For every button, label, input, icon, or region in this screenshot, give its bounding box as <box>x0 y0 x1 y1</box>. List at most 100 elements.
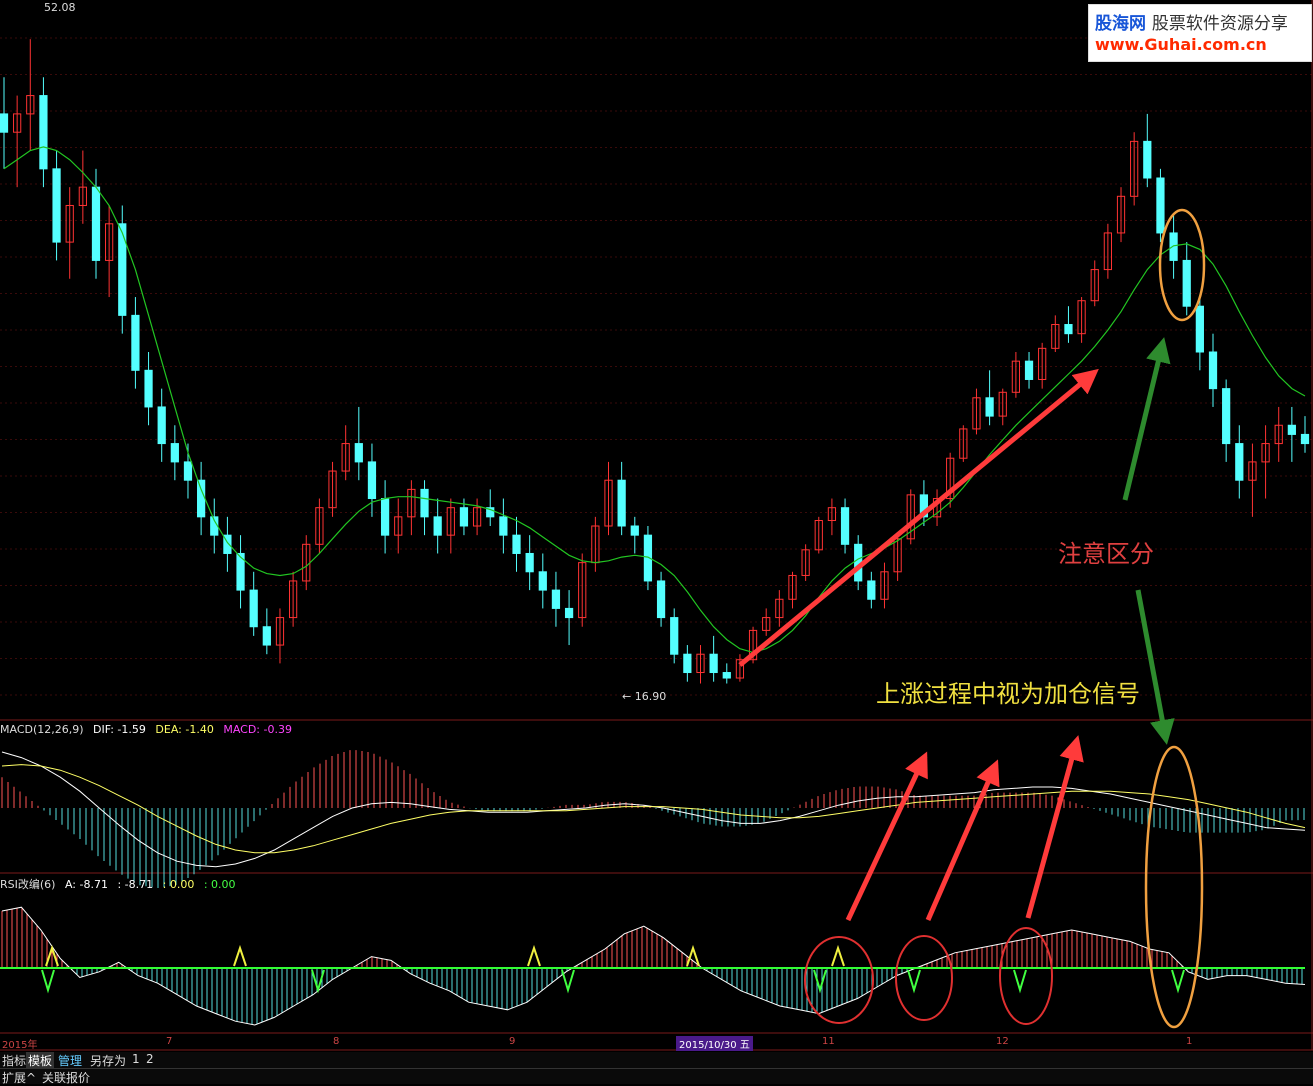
tab-page-1[interactable]: 1 <box>130 1052 142 1066</box>
candle-down <box>683 653 692 674</box>
rsi-b: : -8.71 <box>117 878 154 891</box>
x-label-11: 11 <box>822 1036 835 1047</box>
rsi-sell-marker <box>1171 969 1185 994</box>
rsi-buy-marker <box>831 944 845 967</box>
candle-down <box>525 552 534 573</box>
candle-down <box>91 186 101 261</box>
tab-indicator[interactable]: 指标 <box>0 1052 28 1069</box>
candle-down <box>1024 360 1034 380</box>
rsi-c: : 0.00 <box>162 878 195 891</box>
signal-arrow-3 <box>1025 735 1084 919</box>
top-highlight-circle <box>1158 208 1206 322</box>
tab-extend[interactable]: 扩展^ <box>0 1069 38 1086</box>
candle-down <box>367 461 377 500</box>
tab-template[interactable]: 模板 <box>26 1052 55 1069</box>
logo-brand: 股海网 <box>1095 14 1146 34</box>
candle-down <box>183 461 193 481</box>
rsi-sell-marker <box>561 969 575 994</box>
candle-down <box>840 507 850 545</box>
candle-down <box>131 314 140 371</box>
candle-down <box>512 534 521 554</box>
rsi-sell-marker <box>41 969 55 994</box>
rsi-a: A: -8.71 <box>64 878 108 891</box>
candle-down <box>564 607 574 619</box>
x-label-8: 8 <box>333 1036 340 1047</box>
candle-down <box>1300 433 1310 445</box>
macd-header: MACD(12,26,9) DIF: -1.59 DEA: -1.40 MACD… <box>0 723 298 736</box>
logo-text: 股海网 股票软件资源分享 <box>1095 9 1288 34</box>
candle-down <box>1156 177 1165 234</box>
x-label-7: 7 <box>166 1036 173 1047</box>
candle-down <box>157 406 166 445</box>
tab-save-as[interactable]: 另存为 <box>88 1052 128 1069</box>
candle-down <box>1195 305 1204 353</box>
rsi-buy-marker <box>527 944 541 967</box>
green-arrow-up <box>1122 337 1171 501</box>
candle-down <box>1208 351 1218 390</box>
trend-arrow <box>738 368 1099 667</box>
candle-down <box>985 397 994 417</box>
x-label-12: 12 <box>996 1036 1009 1047</box>
macd-dif: DIF: -1.59 <box>93 723 146 736</box>
green-arrow-down <box>1135 589 1175 745</box>
candle-down <box>499 516 508 536</box>
candle-down <box>1235 443 1244 481</box>
candle-down <box>52 168 61 243</box>
candle-down <box>170 443 179 463</box>
candle-down <box>433 516 442 536</box>
x-label-1: 1 <box>1186 1036 1193 1047</box>
rsi-panel[interactable] <box>0 906 1306 1026</box>
low-price-value: 16.90 <box>634 690 667 703</box>
tab-page-2[interactable]: 2 <box>144 1052 156 1066</box>
tab-related-quotes[interactable]: 关联报价 <box>40 1069 92 1086</box>
rsi-header: RSI改编(6) A: -8.71 : -8.71 : 0.00 : 0.00 <box>0 876 242 892</box>
signal-arrow-2 <box>925 759 1000 921</box>
rsi-d: : 0.00 <box>203 878 236 891</box>
note-distinguish: 注意区分 <box>1058 540 1154 568</box>
candle-down <box>144 369 153 408</box>
high-price-label: 52.08 <box>44 1 76 14</box>
candle-down <box>420 488 429 518</box>
x-label-cursor-date: 2015/10/30 五 <box>676 1036 753 1051</box>
candle-down <box>670 617 679 655</box>
candle-down <box>630 525 639 536</box>
candle-down <box>722 672 731 679</box>
candle-down <box>867 580 876 600</box>
indicator-toolbar: 指标 模板 管理 另存为 1 2 <box>0 1052 1313 1069</box>
candle-down <box>1064 324 1073 335</box>
candle-down <box>262 626 271 646</box>
ma-line <box>3 146 1306 654</box>
rsi-sell-marker <box>907 969 921 994</box>
signal-arrow-1 <box>845 751 928 922</box>
macd-dif-line <box>1 751 1306 868</box>
signal-circle-3 <box>999 927 1053 1025</box>
candle-down <box>459 507 469 527</box>
logo-tagline: 股票软件资源分享 <box>1151 14 1288 34</box>
rsi-buy-marker <box>233 944 247 967</box>
macd-name: MACD(12,26,9) <box>0 723 84 736</box>
candle-down <box>39 95 48 170</box>
candle-down <box>656 580 666 619</box>
macd-dea-line <box>1 764 1306 854</box>
guhai-logo: 股海网 股票软件资源分享 www.Guhai.com.cn <box>1088 4 1312 62</box>
macd-value: MACD: -0.39 <box>223 723 292 736</box>
candle-down <box>249 589 258 628</box>
candle-down <box>617 479 626 527</box>
price-panel[interactable] <box>0 39 1310 684</box>
candle-down <box>0 113 9 133</box>
x-label-9: 9 <box>509 1036 516 1047</box>
candle-down <box>551 589 561 609</box>
annotation-layer <box>738 208 1206 1029</box>
candle-down <box>538 571 547 591</box>
signal-circle-2 <box>895 935 953 1021</box>
tab-manage[interactable]: 管理 <box>56 1052 84 1069</box>
candle-down <box>197 479 206 518</box>
macd-panel[interactable] <box>1 750 1306 889</box>
rsi-name: RSI改编(6) <box>0 878 56 891</box>
bottom-toolbar: 扩展^ 关联报价 <box>0 1068 1313 1086</box>
candle-down <box>1182 259 1191 307</box>
candle-down <box>118 223 127 316</box>
low-price-label: ← 16.90 <box>622 690 667 703</box>
macd-rsi-highlight-ellipse <box>1144 745 1204 1029</box>
rsi-line <box>1 906 1306 1026</box>
